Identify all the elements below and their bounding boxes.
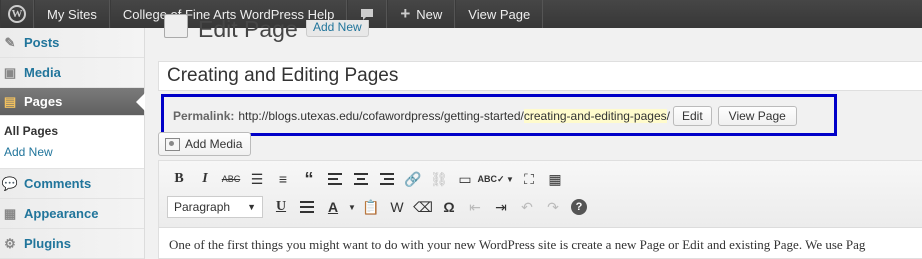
- blockquote-icon[interactable]: “: [297, 168, 321, 190]
- permalink-trailing: /: [666, 109, 670, 123]
- plugin-icon: ⚙: [4, 235, 16, 251]
- format-select-value: Paragraph: [174, 200, 231, 214]
- pages-submenu: All Pages Add New: [0, 116, 144, 169]
- comment-bubble-icon: [361, 8, 374, 20]
- strikethrough-icon[interactable]: ABC: [219, 168, 243, 190]
- sidebar-item-media[interactable]: ▣ Media: [0, 58, 144, 88]
- help-icon: ?: [571, 199, 587, 215]
- more-tag-icon[interactable]: ▭: [453, 168, 477, 190]
- page-title: Edit Page: [198, 16, 298, 42]
- sidebar-item-pages[interactable]: ▤ Pages: [0, 88, 145, 116]
- page-heading-icon: [164, 14, 188, 38]
- main-content: Edit Page Add New Creating and Editing P…: [146, 14, 922, 259]
- paste-word-icon[interactable]: W: [385, 196, 409, 218]
- special-character-icon[interactable]: Ω: [437, 196, 461, 218]
- add-media-label: Add Media: [185, 137, 243, 151]
- undo-icon[interactable]: ↶: [515, 196, 539, 218]
- editor-content-text[interactable]: One of the first things you might want t…: [169, 237, 922, 253]
- spellcheck-icon[interactable]: ABC✓: [477, 168, 504, 190]
- editor-toolbar: B I ABC ☰ ≡ “ 🔗 ⛓ ▭ ABC✓ ▼ ⛶ ▦ Paragraph: [159, 161, 922, 228]
- edit-permalink-button[interactable]: Edit: [672, 106, 712, 126]
- toolbar-row-2: Paragraph ▼ U A ▼ 📋 W ⌫ Ω ⇤ ⇥ ↶ ↷ ?: [167, 196, 593, 218]
- pushpin-icon: ✎: [4, 34, 16, 50]
- permalink-row: Permalink: http://blogs.utexas.edu/cofaw…: [173, 106, 797, 126]
- text-color-dropdown-icon[interactable]: ▼: [347, 196, 357, 218]
- unlink-icon[interactable]: ⛓: [427, 168, 451, 190]
- chevron-down-icon: ▼: [247, 202, 256, 212]
- submenu-all-pages[interactable]: All Pages: [0, 120, 144, 141]
- text-color-icon[interactable]: A: [321, 196, 345, 218]
- comment-icon: 💬: [1, 175, 19, 191]
- pages-icon: ▤: [3, 93, 17, 109]
- wordpress-logo-menu[interactable]: W: [0, 0, 34, 28]
- media-icon: ▣: [3, 64, 17, 80]
- sidebar-item-label: Posts: [24, 35, 60, 50]
- content-editor: B I ABC ☰ ≡ “ 🔗 ⛓ ▭ ABC✓ ▼ ⛶ ▦ Paragraph: [158, 160, 922, 259]
- my-sites-label: My Sites: [47, 6, 97, 22]
- clear-formatting-icon[interactable]: ⌫: [411, 196, 435, 218]
- permalink-slug[interactable]: creating-and-editing-pages: [523, 109, 667, 123]
- link-icon[interactable]: 🔗: [401, 168, 425, 190]
- permalink-label: Permalink:: [173, 109, 235, 123]
- add-new-button[interactable]: Add New: [306, 20, 369, 37]
- sidebar-item-label: Appearance: [24, 206, 99, 221]
- align-left-icon[interactable]: [323, 168, 347, 190]
- help-button[interactable]: ?: [567, 196, 591, 218]
- format-select[interactable]: Paragraph ▼: [167, 196, 263, 218]
- permalink-url-base: http://blogs.utexas.edu/cofawordpress/ge…: [238, 109, 524, 123]
- spellcheck-dropdown-icon[interactable]: ▼: [505, 168, 515, 190]
- fullscreen-icon[interactable]: ⛶: [517, 168, 541, 190]
- submenu-add-new[interactable]: Add New: [0, 141, 144, 162]
- plus-icon: +: [400, 4, 411, 23]
- add-media-button[interactable]: Add Media: [158, 132, 252, 156]
- justify-icon[interactable]: [295, 196, 319, 218]
- sidebar-item-posts[interactable]: ✎ Posts: [0, 28, 144, 58]
- bullet-list-icon[interactable]: ☰: [245, 168, 269, 190]
- sidebar-item-label: Media: [24, 65, 61, 80]
- wordpress-logo-icon: W: [8, 5, 26, 23]
- outdent-icon[interactable]: ⇤: [463, 196, 487, 218]
- italic-icon[interactable]: I: [193, 168, 217, 190]
- post-title-input[interactable]: Creating and Editing Pages: [158, 61, 922, 91]
- numbered-list-icon[interactable]: ≡: [271, 168, 295, 190]
- sidebar-item-appearance[interactable]: ▦ Appearance: [0, 199, 144, 229]
- sidebar-item-label: Comments: [24, 176, 92, 191]
- bold-icon[interactable]: B: [167, 168, 191, 190]
- toolbar-toggle-icon[interactable]: ▦: [543, 168, 567, 190]
- admin-bar: W My Sites College of Fine Arts WordPres…: [0, 0, 922, 28]
- paste-text-icon[interactable]: 📋: [359, 196, 383, 218]
- sidebar-item-comments[interactable]: 💬 Comments: [0, 169, 144, 199]
- underline-icon[interactable]: U: [269, 196, 293, 218]
- sidebar-item-label: Pages: [24, 94, 63, 109]
- permalink-highlight-box: Permalink: http://blogs.utexas.edu/cofaw…: [161, 94, 837, 136]
- view-page-link[interactable]: View Page: [455, 0, 544, 28]
- redo-icon[interactable]: ↷: [541, 196, 565, 218]
- sidebar-item-plugins[interactable]: ⚙ Plugins: [0, 229, 144, 259]
- new-content-menu[interactable]: + New: [387, 0, 456, 28]
- align-center-icon[interactable]: [349, 168, 373, 190]
- toolbar-row-1: B I ABC ☰ ≡ “ 🔗 ⛓ ▭ ABC✓ ▼ ⛶ ▦: [167, 168, 569, 190]
- new-label: New: [416, 6, 443, 22]
- my-sites-menu[interactable]: My Sites: [34, 0, 110, 28]
- align-right-icon[interactable]: [375, 168, 399, 190]
- appearance-icon: ▦: [3, 205, 17, 221]
- indent-icon[interactable]: ⇥: [489, 196, 513, 218]
- view-page-button[interactable]: View Page: [717, 106, 797, 126]
- admin-sidebar: ✎ Posts ▣ Media ▤ Pages All Pages Add Ne…: [0, 28, 145, 259]
- view-page-label: View Page: [468, 6, 531, 22]
- media-upload-icon: [165, 137, 180, 151]
- sidebar-item-label: Plugins: [24, 236, 71, 251]
